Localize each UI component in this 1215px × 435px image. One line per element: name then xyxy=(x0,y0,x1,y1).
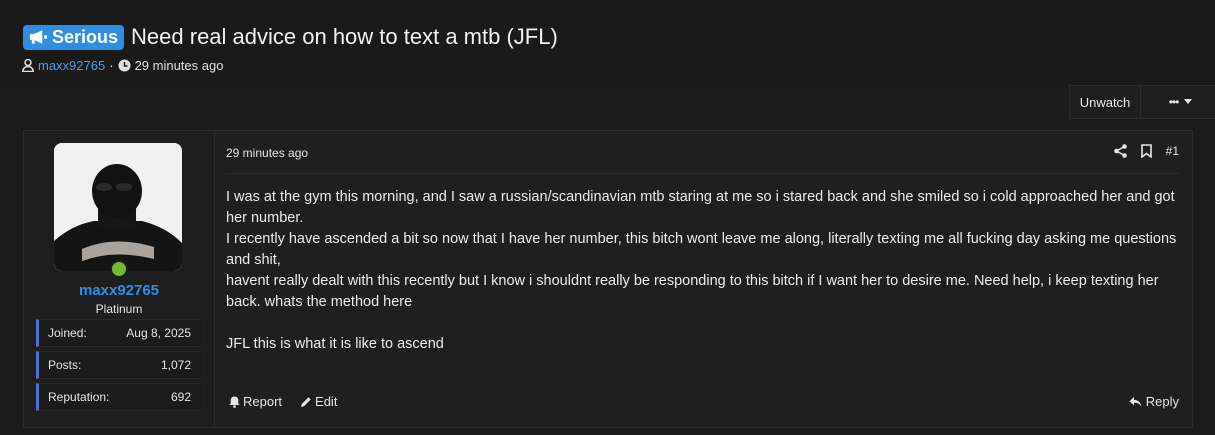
clock-icon xyxy=(118,59,131,72)
post-line: I recently have ascended a bit so now th… xyxy=(226,231,1177,268)
stat-label: Posts: xyxy=(48,358,82,372)
post-line: I was at the gym this morning, and I saw… xyxy=(226,189,1175,226)
more-options-label: ••• xyxy=(1168,95,1180,109)
avatar[interactable] xyxy=(54,143,182,271)
thread-meta: maxx92765 · 29 minutes ago xyxy=(22,58,223,73)
edit-label: Edit xyxy=(315,394,338,409)
user-title: Platinum xyxy=(95,302,143,316)
more-options-button[interactable]: ••• xyxy=(1140,85,1215,119)
report-button[interactable]: Report xyxy=(229,394,282,409)
post-content-cell: 29 minutes ago #1 I was at the gym this … xyxy=(215,131,1192,427)
post-tools: #1 xyxy=(1113,144,1179,158)
reply-button[interactable]: Reply xyxy=(1129,394,1179,409)
prefix-badge[interactable]: Serious xyxy=(23,24,125,50)
stat-label: Reputation: xyxy=(48,390,110,404)
divider xyxy=(226,173,1179,174)
meta-separator: · xyxy=(109,58,114,73)
post-footer-actions: Report Edit xyxy=(229,394,337,409)
share-icon[interactable] xyxy=(1113,144,1127,158)
post-body: I was at the gym this morning, and I saw… xyxy=(226,187,1186,355)
post-time[interactable]: 29 minutes ago xyxy=(226,146,308,160)
stat-value: 692 xyxy=(170,390,191,404)
online-indicator xyxy=(110,260,128,278)
avatar-image xyxy=(54,143,182,271)
post-message: maxx92765 Platinum Joined: Aug 8, 2025 P… xyxy=(23,130,1193,428)
post-line: havent really dealt with this recently b… xyxy=(226,273,1159,310)
thread-action-bar: Unwatch ••• xyxy=(1069,85,1215,119)
post-line: JFL this is what it is like to ascend xyxy=(226,336,444,352)
stat-joined: Joined: Aug 8, 2025 xyxy=(36,319,201,347)
page-title: Need real advice on how to text a mtb (J… xyxy=(131,24,558,49)
title-row: Serious Need real advice on how to text … xyxy=(23,24,558,50)
author-link[interactable]: maxx92765 xyxy=(38,58,105,73)
stat-value: Aug 8, 2025 xyxy=(126,326,191,340)
post-number[interactable]: #1 xyxy=(1166,144,1179,158)
thread-time: 29 minutes ago xyxy=(134,58,224,73)
prefix-label: Serious xyxy=(52,26,119,47)
stat-posts: Posts: 1,072 xyxy=(36,351,201,379)
reply-label: Reply xyxy=(1145,394,1179,409)
report-label: Report xyxy=(243,394,283,409)
caret-down-icon xyxy=(1184,99,1193,104)
stat-reputation: Reputation: 692 xyxy=(36,383,201,411)
bell-icon xyxy=(229,396,240,408)
pencil-icon xyxy=(301,396,311,407)
username[interactable]: maxx92765 xyxy=(24,282,214,299)
edit-button[interactable]: Edit xyxy=(300,394,337,409)
reply-icon xyxy=(1129,396,1142,407)
bookmark-icon[interactable] xyxy=(1140,144,1152,158)
megaphone-icon xyxy=(29,30,48,44)
stat-label: Joined: xyxy=(48,326,87,340)
user-cell: maxx92765 Platinum Joined: Aug 8, 2025 P… xyxy=(24,131,215,427)
unwatch-button[interactable]: Unwatch xyxy=(1069,85,1140,119)
stat-value: 1,072 xyxy=(160,358,191,372)
user-icon xyxy=(22,59,34,72)
thread-header: Serious Need real advice on how to text … xyxy=(0,0,1215,84)
